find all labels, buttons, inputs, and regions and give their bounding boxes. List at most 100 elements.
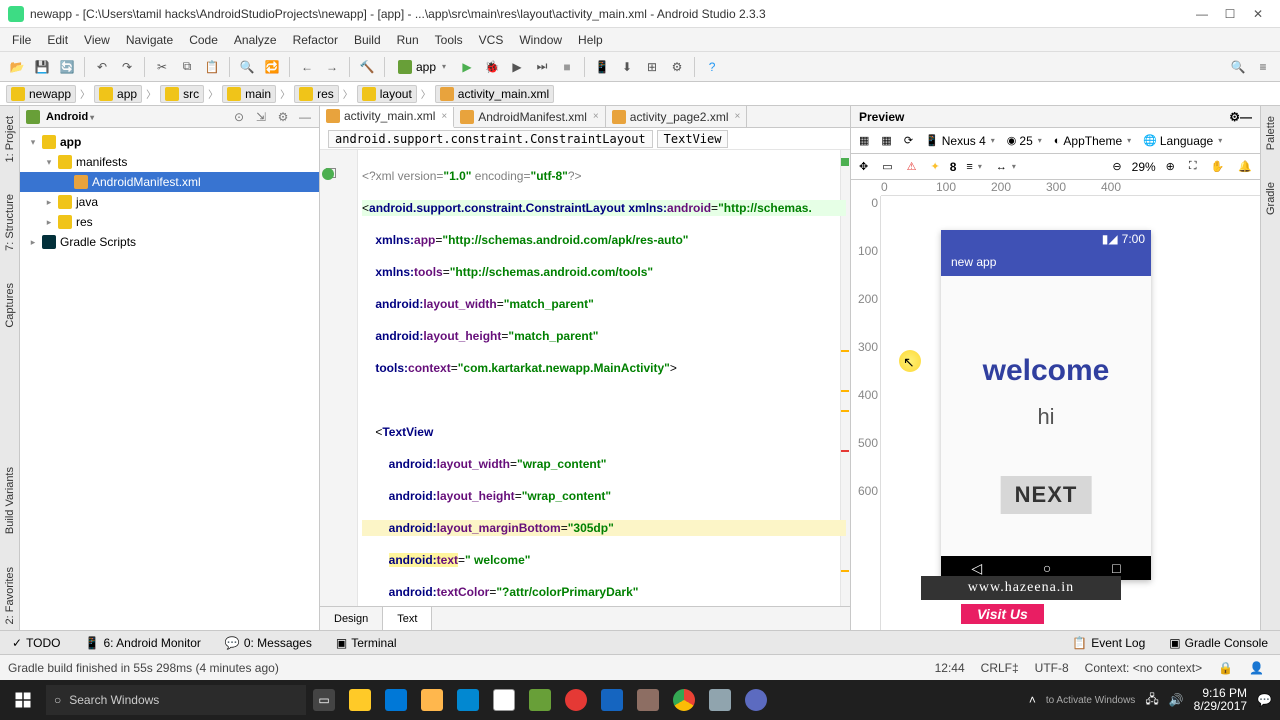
save-icon[interactable]: 💾 — [31, 56, 53, 78]
viewport-icon[interactable]: ▭ — [878, 158, 896, 175]
design-surface-icon[interactable]: ▦ — [855, 132, 873, 149]
tab-event-log[interactable]: 📋 Event Log — [1066, 634, 1151, 652]
tree-res[interactable]: ▸res — [20, 212, 319, 232]
tray-network-icon[interactable]: 🖧 — [1145, 690, 1158, 711]
tab-todo[interactable]: ✓ TODO — [6, 634, 67, 652]
next-button[interactable]: NEXT — [1001, 476, 1092, 514]
tab-terminal[interactable]: ▣ Terminal — [330, 634, 403, 652]
tab-project[interactable]: 1: Project — [2, 110, 18, 168]
zoom-in-icon[interactable]: ⊕ — [1162, 158, 1179, 175]
close-button[interactable]: ✕ — [1244, 4, 1272, 24]
tab-messages[interactable]: 💬 0: Messages — [219, 634, 318, 652]
crumb-res[interactable]: res — [294, 85, 339, 103]
crumb-project[interactable]: newapp — [6, 85, 76, 103]
lock-icon[interactable]: 🔒 — [1210, 661, 1241, 675]
profile-icon[interactable]: ▶ — [506, 56, 528, 78]
code-editor[interactable]: - <?xml version="1.0" encoding="utf-8"?>… — [320, 150, 850, 606]
layout-inspector-icon[interactable]: ⊞ — [641, 56, 663, 78]
crumb-src[interactable]: src — [160, 85, 204, 103]
crumb-layout[interactable]: layout — [357, 85, 417, 103]
editor-tab-activity-main[interactable]: activity_main.xml× — [320, 107, 454, 128]
menu-window[interactable]: Window — [511, 31, 570, 49]
taskbar-files[interactable] — [414, 680, 450, 720]
bc-textview[interactable]: TextView — [657, 130, 729, 148]
hide-panel-icon[interactable]: — — [297, 109, 313, 125]
warnings-icon[interactable]: ⚠ — [903, 158, 921, 175]
caret-position[interactable]: 12:44 — [927, 661, 973, 675]
tree-manifest-file[interactable]: AndroidManifest.xml — [20, 172, 319, 192]
collapse-all-icon[interactable]: ⇲ — [253, 109, 269, 125]
menu-tools[interactable]: Tools — [427, 31, 471, 49]
project-tree[interactable]: ▾app ▾manifests AndroidManifest.xml ▸jav… — [20, 128, 319, 630]
bc-root[interactable]: android.support.constraint.ConstraintLay… — [328, 130, 653, 148]
menu-run[interactable]: Run — [389, 31, 427, 49]
settings-icon[interactable]: ≡ — [1252, 56, 1274, 78]
replace-icon[interactable]: 🔁 — [261, 56, 283, 78]
editor-tab-page2[interactable]: activity_page2.xml× — [606, 106, 748, 127]
taskbar-mail[interactable] — [486, 680, 522, 720]
tree-app[interactable]: ▾app — [20, 132, 319, 152]
copy-icon[interactable]: ⧉ — [176, 56, 198, 78]
tab-gradle-console[interactable]: ▣ Gradle Console — [1163, 634, 1274, 652]
close-tab-icon[interactable]: × — [439, 111, 447, 122]
taskbar-camera[interactable] — [738, 680, 774, 720]
undo-icon[interactable]: ↶ — [91, 56, 113, 78]
hector-icon[interactable]: 👤 — [1241, 661, 1272, 675]
maximize-button[interactable]: ☐ — [1216, 4, 1244, 24]
clock[interactable]: 9:16 PM 8/29/2017 — [1194, 687, 1247, 713]
start-button[interactable] — [0, 680, 46, 720]
back-icon[interactable]: ← — [296, 56, 318, 78]
orientation-icon[interactable]: ⟳ — [900, 132, 917, 149]
zoom-out-icon[interactable]: ⊖ — [1108, 158, 1125, 175]
close-tab-icon[interactable]: × — [591, 111, 599, 122]
pan-mode-icon[interactable]: ✋ — [1207, 158, 1229, 175]
stop-icon[interactable]: ■ — [556, 56, 578, 78]
blueprint-icon[interactable]: ▦ — [877, 132, 895, 149]
pan-icon[interactable]: ✥ — [855, 158, 872, 175]
taskbar-search[interactable]: ○ Search Windows — [46, 685, 306, 715]
tab-build-variants[interactable]: Build Variants — [2, 461, 18, 540]
align-icon[interactable]: ≡ — [962, 159, 985, 175]
tray-chevron-icon[interactable]: ˄ — [1029, 693, 1036, 707]
find-icon[interactable]: 🔍 — [236, 56, 258, 78]
api-selector[interactable]: ◉25 — [1003, 132, 1046, 150]
avd-manager-icon[interactable]: 📱 — [591, 56, 613, 78]
minimize-button[interactable]: — — [1188, 4, 1216, 24]
taskbar-explorer[interactable] — [342, 680, 378, 720]
refresh-icon[interactable]: ✦ — [927, 158, 944, 175]
tab-palette[interactable]: Palette — [1263, 110, 1279, 156]
crumb-app[interactable]: app — [94, 85, 142, 103]
run-icon[interactable]: ▶ — [456, 56, 478, 78]
taskbar-app2[interactable] — [702, 680, 738, 720]
menu-build[interactable]: Build — [346, 31, 389, 49]
menu-analyze[interactable]: Analyze — [226, 31, 285, 49]
sync-icon[interactable]: 🔄 — [56, 56, 78, 78]
language-selector[interactable]: 🌐Language — [1139, 132, 1226, 150]
task-view-icon[interactable]: ▭ — [306, 680, 342, 720]
crumb-file[interactable]: activity_main.xml — [435, 85, 554, 103]
line-ending[interactable]: CRLF‡ — [973, 661, 1027, 675]
menu-code[interactable]: Code — [181, 31, 226, 49]
redo-icon[interactable]: ↷ — [116, 56, 138, 78]
menu-help[interactable]: Help — [570, 31, 611, 49]
editor-tab-manifest[interactable]: AndroidManifest.xml× — [454, 106, 606, 127]
open-icon[interactable]: 📂 — [6, 56, 28, 78]
menu-navigate[interactable]: Navigate — [118, 31, 181, 49]
preview-canvas[interactable]: 0100200300400 0100200300400500600 ↖ ▮◢ 7… — [851, 180, 1260, 630]
tree-java[interactable]: ▸java — [20, 192, 319, 212]
tab-favorites[interactable]: 2: Favorites — [2, 561, 18, 630]
project-view-selector[interactable]: Android — [46, 111, 225, 123]
taskbar-chrome[interactable] — [666, 680, 702, 720]
notifications-icon[interactable]: 🔔 — [1234, 158, 1256, 175]
device-selector[interactable]: 📱Nexus 4 — [921, 132, 999, 150]
run-config-selector[interactable]: app — [391, 59, 453, 75]
system-tray[interactable]: ˄ to Activate Windows 🖧 🔊 9:16 PM 8/29/2… — [1021, 687, 1280, 713]
menu-file[interactable]: File — [4, 31, 39, 49]
hide-panel-icon[interactable]: — — [1240, 110, 1252, 124]
file-encoding[interactable]: UTF-8 — [1027, 661, 1077, 675]
context[interactable]: Context: <no context> — [1077, 661, 1210, 675]
forward-icon[interactable]: → — [321, 56, 343, 78]
margins-icon[interactable]: ↔ — [992, 159, 1020, 175]
gutter-run-icon[interactable] — [322, 168, 334, 180]
gear-icon[interactable]: ⚙ — [275, 109, 291, 125]
